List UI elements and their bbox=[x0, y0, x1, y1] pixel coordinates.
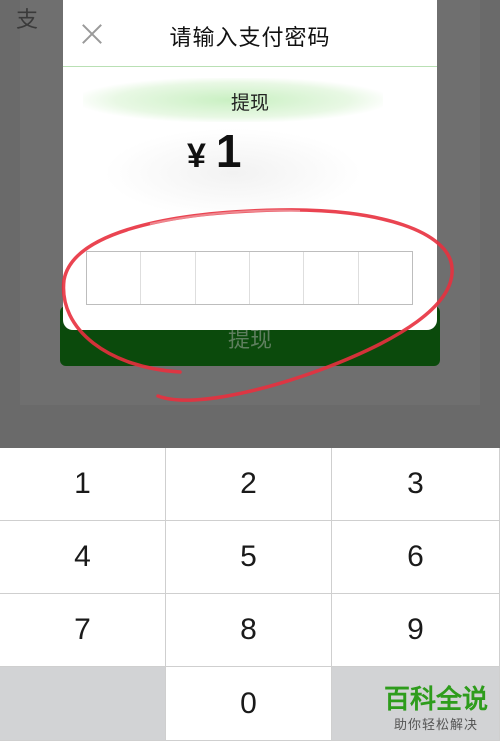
key-3[interactable]: 3 bbox=[332, 448, 500, 521]
key-9[interactable]: 9 bbox=[332, 594, 500, 667]
dialog-subtitle: 提现 bbox=[230, 93, 269, 114]
password-digit-cell[interactable] bbox=[196, 252, 250, 304]
key-5[interactable]: 5 bbox=[166, 521, 332, 594]
key-blank bbox=[0, 667, 166, 741]
amount-display: ¥1 bbox=[187, 124, 242, 178]
currency-symbol: ¥ bbox=[187, 137, 206, 175]
key-2[interactable]: 2 bbox=[166, 448, 332, 521]
password-digit-cell[interactable] bbox=[141, 252, 196, 304]
password-digit-cell[interactable] bbox=[359, 252, 412, 304]
key-4[interactable]: 4 bbox=[0, 521, 166, 594]
password-digit-cell[interactable] bbox=[87, 252, 142, 304]
watermark-title: 百科全说 bbox=[383, 684, 488, 714]
key-1[interactable]: 1 bbox=[0, 448, 166, 521]
key-7[interactable]: 7 bbox=[0, 594, 166, 667]
key-0[interactable]: 0 bbox=[166, 667, 332, 741]
watermark-logo: 百科全说 助你轻松解决 bbox=[378, 684, 494, 733]
dialog-title: 请输入支付密码 bbox=[169, 25, 331, 50]
key-6[interactable]: 6 bbox=[332, 521, 500, 594]
password-input[interactable] bbox=[86, 251, 413, 305]
watermark-subtitle: 助你轻松解决 bbox=[393, 717, 478, 732]
password-digit-cell[interactable] bbox=[250, 252, 305, 304]
key-8[interactable]: 8 bbox=[166, 594, 332, 667]
payment-password-dialog: 请输入支付密码 提现 ¥1 bbox=[63, 0, 437, 330]
background-header-fragment: 支 bbox=[16, 7, 39, 32]
dialog-header: 请输入支付密码 bbox=[63, 0, 437, 67]
password-digit-cell[interactable] bbox=[304, 252, 359, 304]
amount-value: 1 bbox=[215, 125, 242, 177]
